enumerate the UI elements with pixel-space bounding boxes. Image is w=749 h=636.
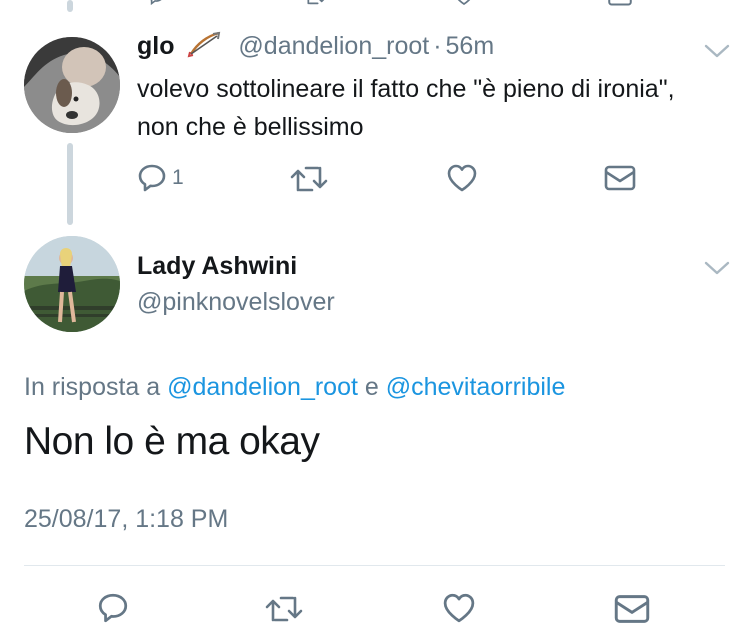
reply-count: 1	[172, 166, 184, 189]
conjunction: e	[364, 373, 379, 401]
divider	[24, 565, 725, 566]
mention-link[interactable]: @dandelion_root	[167, 373, 358, 401]
reply-icon[interactable]	[140, 0, 172, 6]
reply-icon	[98, 593, 128, 623]
like-icon[interactable]	[448, 0, 480, 6]
retweet-icon	[290, 166, 328, 192]
reply-header: glo @dandelion_root · 56m	[137, 30, 494, 65]
dm-icon[interactable]	[604, 0, 636, 6]
avatar[interactable]	[24, 37, 120, 133]
avatar[interactable]	[24, 236, 120, 332]
dm-icon	[604, 165, 636, 191]
like-icon	[447, 164, 477, 192]
chevron-down-icon[interactable]	[704, 43, 730, 59]
reply-button[interactable]: 1	[136, 162, 184, 194]
reply-button[interactable]	[96, 591, 130, 625]
chevron-down-icon[interactable]	[704, 260, 730, 276]
dm-button[interactable]	[604, 165, 636, 191]
tweet-text: Non lo è ma okay	[24, 420, 320, 463]
time: 56m	[445, 32, 495, 60]
previous-tweet-actions	[0, 0, 749, 6]
main-display-name[interactable]: Lady Ashwini	[137, 252, 297, 281]
retweet-icon[interactable]	[297, 0, 329, 6]
dm-icon	[614, 595, 650, 623]
thread-line	[67, 143, 73, 225]
dm-button[interactable]	[614, 594, 650, 624]
in-reply-to: In risposta a @dandelion_root e @chevita…	[24, 373, 565, 402]
reply-text: volevo sottolineare il fatto che "è pien…	[137, 75, 675, 141]
retweet-button[interactable]	[290, 164, 328, 194]
mention-link[interactable]: @chevitaorribile	[386, 373, 566, 401]
like-button[interactable]	[441, 592, 477, 624]
handle[interactable]: @dandelion_root	[238, 32, 429, 60]
like-icon	[443, 593, 475, 623]
retweet-button[interactable]	[264, 594, 304, 624]
display-name[interactable]: glo	[137, 32, 175, 60]
bow-and-arrow-icon	[187, 30, 223, 65]
main-handle[interactable]: @pinknovelslover	[137, 288, 335, 317]
separator: ·	[433, 32, 442, 60]
timestamp: 25/08/17, 1:18 PM	[24, 505, 229, 533]
like-button[interactable]	[446, 163, 478, 193]
in-reply-prefix: In risposta a	[24, 373, 161, 401]
reply-icon	[138, 164, 166, 192]
retweet-icon	[265, 596, 303, 622]
